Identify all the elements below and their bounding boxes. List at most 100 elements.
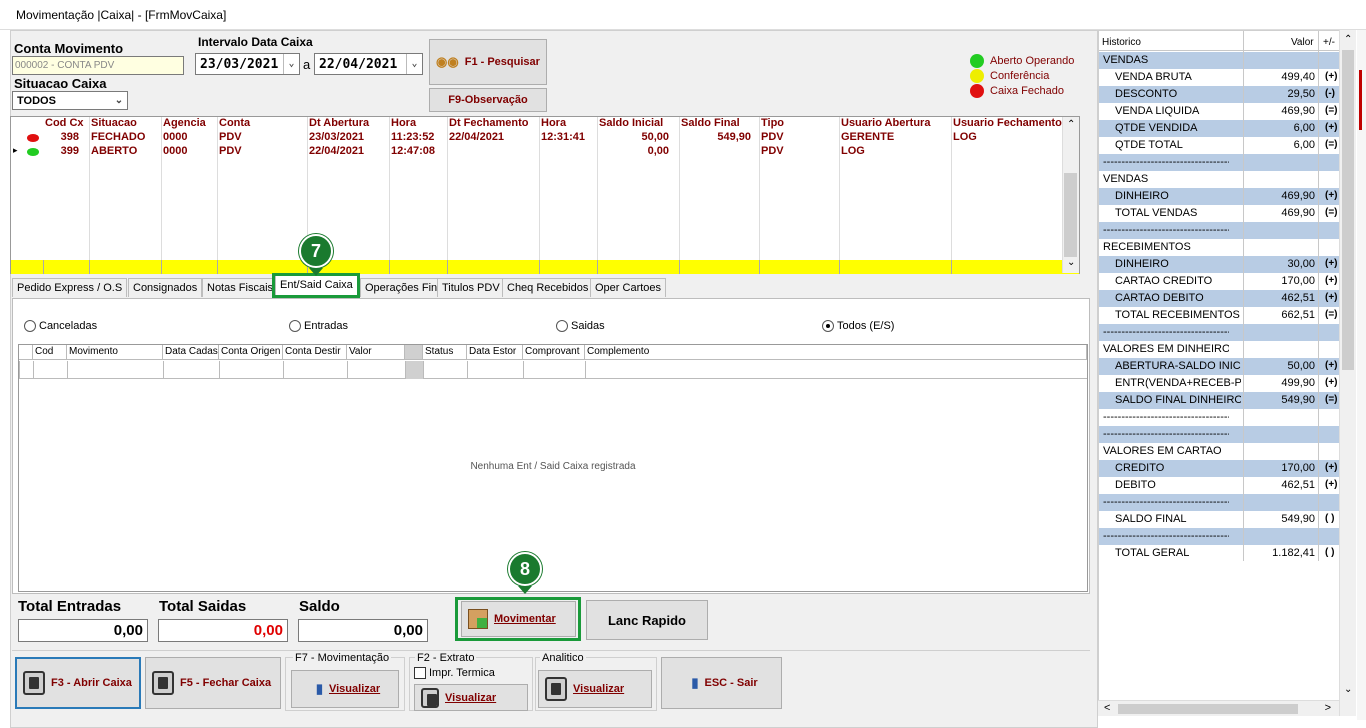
chevron-up-icon[interactable]: ⌃: [1344, 34, 1352, 45]
analitico-visualizar-button[interactable]: Visualizar: [538, 670, 652, 708]
table-cell[interactable]: [283, 361, 347, 379]
column-header[interactable]: Data Estor: [467, 345, 523, 360]
chevron-down-icon[interactable]: ⌄: [283, 54, 299, 74]
table-cell[interactable]: [347, 361, 405, 379]
table-cell[interactable]: [423, 361, 467, 379]
filter-saidas[interactable]: Saidas: [556, 320, 605, 332]
column-header[interactable]: [405, 345, 423, 360]
search-button[interactable]: ◉◉ F1 - Pesquisar: [429, 39, 547, 85]
table-cell[interactable]: [19, 361, 33, 379]
column-header[interactable]: Usuario Fechamento: [953, 117, 1062, 131]
table-row[interactable]: 398 FECHADO 0000 PDV 23/03/2021 11:23:52 22/04…: [11, 131, 1079, 145]
summary-row: VALORES EM CARTAO: [1099, 443, 1345, 460]
chevron-down-icon[interactable]: ⌄: [1067, 257, 1075, 268]
chevron-down-icon[interactable]: ⌄: [111, 92, 127, 109]
tab-consignados[interactable]: Consignados: [128, 278, 203, 297]
date-to-field[interactable]: 22/04/2021 ⌄: [314, 53, 423, 75]
ent-said-grid[interactable]: Cod Movimento Data Cadas Conta Origen Conta …: [18, 344, 1088, 592]
conta-movimento-field[interactable]: 000002 - CONTA PDV: [12, 56, 184, 75]
movimentar-button[interactable]: Movimentar: [461, 601, 576, 637]
movimentacao-visualizar-button[interactable]: ▮ Visualizar: [291, 670, 399, 708]
date-from-field[interactable]: 23/03/2021 ⌄: [195, 53, 300, 75]
column-header[interactable]: Saldo Final: [681, 117, 740, 131]
column-header[interactable]: Conta: [219, 117, 250, 131]
filter-entradas[interactable]: Entradas: [289, 320, 348, 332]
scroll-thumb[interactable]: [1064, 173, 1077, 257]
fechar-caixa-button[interactable]: F5 - Fechar Caixa: [145, 657, 281, 709]
column-header[interactable]: Data Cadas: [163, 345, 219, 360]
sair-button[interactable]: ▮ ESC - Sair: [661, 657, 782, 709]
column-header[interactable]: Tipo: [761, 117, 784, 131]
column-header[interactable]: Valor: [347, 345, 405, 360]
chevron-left-icon[interactable]: <: [1104, 702, 1110, 714]
grid-scrollbar[interactable]: ⌃ ⌄: [1062, 117, 1079, 273]
column-header[interactable]: Hora: [541, 117, 566, 131]
chevron-down-icon[interactable]: ⌄: [1344, 684, 1352, 695]
radio-label: Entradas: [304, 320, 349, 332]
column-header[interactable]: Comprovant: [523, 345, 585, 360]
summary-sign: (+): [1325, 258, 1338, 269]
table-row[interactable]: ▸ 399 ABERTO 0000 PDV 22/04/2021 12:47:08 0,00 P…: [11, 145, 1079, 159]
conta-movimento-label: Conta Movimento: [14, 41, 124, 56]
summary-row: ENTR(VENDA+RECEB-PGTO) 499,90 (+): [1099, 375, 1345, 392]
column-header[interactable]: Situacao: [91, 117, 137, 131]
table-cell[interactable]: [163, 361, 219, 379]
column-header[interactable]: Cod Cx: [45, 117, 84, 131]
chevron-right-icon[interactable]: >: [1325, 702, 1331, 714]
table-cell[interactable]: [33, 361, 67, 379]
table-cell[interactable]: [219, 361, 283, 379]
table-cell[interactable]: [405, 361, 423, 379]
column-header[interactable]: Conta Destir: [283, 345, 347, 360]
lanc-rapido-button[interactable]: Lanc Rapido: [586, 600, 708, 640]
summary-sign: (=): [1325, 309, 1338, 320]
column-header[interactable]: Complemento: [585, 345, 1087, 360]
summary-label: TOTAL RECEBIMENTOS: [1115, 309, 1240, 321]
table-cell[interactable]: [585, 361, 1087, 379]
column-header[interactable]: Usuario Abertura: [841, 117, 930, 131]
chevron-up-icon[interactable]: ⌃: [1067, 119, 1075, 130]
radio-circle[interactable]: [556, 320, 568, 332]
tab-operacoes-fin[interactable]: Operações Fin: [360, 278, 443, 297]
filter-canceladas[interactable]: Canceladas: [24, 320, 97, 332]
column-header[interactable]: Movimento: [67, 345, 163, 360]
tab-oper-cartoes[interactable]: Oper Cartoes: [590, 278, 667, 297]
checkbox-box[interactable]: [414, 667, 426, 679]
filter-todos[interactable]: Todos (E/S): [822, 320, 894, 332]
observacao-button[interactable]: F9-Observação: [429, 88, 547, 112]
summary-row: VALORES EM DINHEIRO: [1099, 341, 1345, 358]
radio-circle[interactable]: [24, 320, 36, 332]
grid-new-row[interactable]: [19, 361, 1087, 379]
table-cell[interactable]: [467, 361, 523, 379]
abrir-caixa-button[interactable]: F3 - Abrir Caixa: [15, 657, 141, 709]
scroll-thumb[interactable]: [1342, 50, 1354, 370]
tab-cheq-recebidos[interactable]: Cheq Recebidos: [502, 278, 594, 297]
movimentacao-group-label: F7 - Movimentação: [293, 652, 392, 664]
situacao-select[interactable]: TODOS ⌄: [12, 91, 128, 110]
table-cell[interactable]: [523, 361, 585, 379]
column-header[interactable]: Hora: [391, 117, 416, 131]
extrato-visualizar-button[interactable]: Visualizar: [414, 684, 528, 711]
scroll-thumb[interactable]: [1118, 704, 1298, 714]
column-header[interactable]: Conta Origen: [219, 345, 283, 360]
radio-circle[interactable]: [822, 320, 834, 332]
summary-vscroll[interactable]: ⌃ ⌄: [1339, 30, 1356, 716]
column-header[interactable]: [19, 345, 33, 360]
summary-hscroll[interactable]: < >: [1098, 700, 1339, 716]
column-header[interactable]: Cod: [33, 345, 67, 360]
caixa-grid[interactable]: Cod Cx Situacao Agencia Conta Dt Abertura Hor…: [10, 116, 1080, 274]
column-header[interactable]: Dt Abertura: [309, 117, 369, 131]
tab-titulos-pdv[interactable]: Titulos PDV: [437, 278, 505, 297]
radio-circle[interactable]: [289, 320, 301, 332]
tab-notas-fiscais[interactable]: Notas Fiscais: [202, 278, 279, 297]
summary-value: 462,51: [1281, 292, 1315, 304]
summary-label: CREDITO: [1115, 462, 1165, 474]
column-header[interactable]: Agencia: [163, 117, 206, 131]
chevron-down-icon[interactable]: ⌄: [406, 54, 422, 74]
table-cell[interactable]: [67, 361, 163, 379]
column-header[interactable]: Saldo Inicial: [599, 117, 663, 131]
badge-pointer: [518, 586, 532, 594]
tab-pedido-express[interactable]: Pedido Express / O.S: [12, 278, 128, 297]
column-header[interactable]: Dt Fechamento: [449, 117, 528, 131]
impr-termica-checkbox[interactable]: Impr. Termica: [414, 667, 495, 679]
column-header[interactable]: Status: [423, 345, 467, 360]
